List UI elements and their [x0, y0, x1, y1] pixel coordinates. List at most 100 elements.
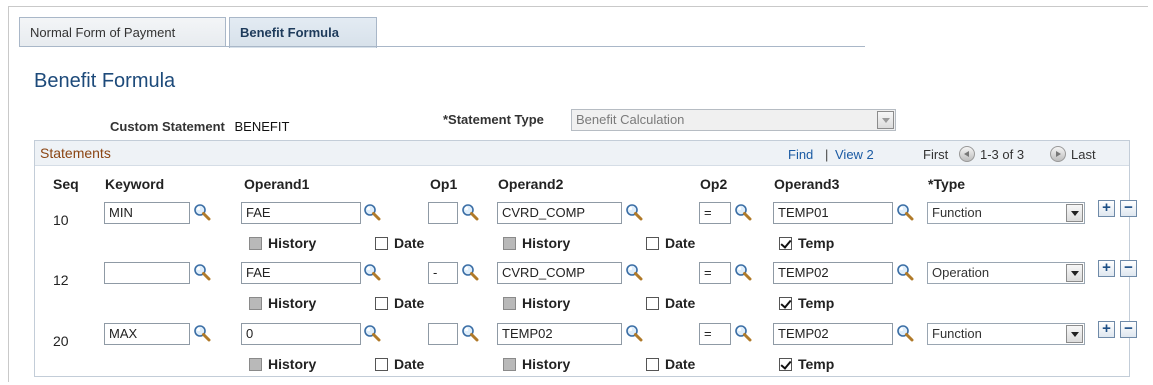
magnifier-icon[interactable] — [193, 324, 211, 342]
keyword-input[interactable] — [104, 262, 190, 284]
magnifier-icon[interactable] — [363, 203, 381, 221]
keyword-input[interactable]: MAX — [104, 323, 190, 345]
op1-input[interactable] — [428, 202, 458, 224]
custom-statement-value: BENEFIT — [234, 119, 290, 134]
magnifier-icon[interactable] — [896, 324, 914, 342]
operand1-input[interactable]: 0 — [241, 323, 361, 345]
delete-row-button[interactable]: − — [1120, 200, 1137, 217]
page-title: Benefit Formula — [34, 70, 176, 92]
date-label: Date — [665, 356, 696, 372]
type-select[interactable]: Function — [927, 323, 1085, 345]
find-link[interactable]: Find — [788, 147, 813, 162]
add-row-button[interactable]: + — [1098, 260, 1115, 277]
chevron-down-icon — [877, 111, 894, 129]
temp-label: Temp — [798, 356, 835, 372]
date-checkbox[interactable] — [646, 237, 659, 250]
type-select-value: Operation — [932, 265, 990, 280]
date-label: Date — [665, 235, 696, 251]
magnifier-icon[interactable] — [461, 203, 479, 221]
operand1-input[interactable]: FAE — [241, 262, 361, 284]
col-header-operand3: Operand3 — [774, 176, 840, 192]
grid-header: Statements Find | View 2 First 1-3 of 3 … — [35, 141, 1129, 166]
history-checkbox — [249, 297, 262, 310]
add-row-button[interactable]: + — [1098, 200, 1115, 217]
arrow-right-circle-icon[interactable] — [1050, 146, 1066, 162]
keyword-input[interactable]: MIN — [104, 202, 190, 224]
statement-type-value: Benefit Calculation — [576, 112, 685, 127]
temp-checkbox[interactable] — [779, 237, 792, 250]
temp-checkbox[interactable] — [779, 358, 792, 371]
operand1-input[interactable]: FAE — [241, 202, 361, 224]
grid-title: Statements — [40, 145, 111, 161]
history-label: History — [522, 235, 571, 251]
type-select-value: Function — [932, 205, 982, 220]
col-header-operand1: Operand1 — [244, 176, 310, 192]
magnifier-icon[interactable] — [363, 324, 381, 342]
chevron-down-icon — [1066, 264, 1083, 282]
col-header-operand2: Operand2 — [498, 176, 564, 192]
statement-type-label: *Statement Type — [443, 112, 544, 127]
operand3-input[interactable]: TEMP02 — [773, 262, 893, 284]
operand3-input[interactable]: TEMP01 — [773, 202, 893, 224]
operand2-input[interactable]: CVRD_COMP — [497, 262, 622, 284]
first-label: First — [923, 147, 949, 162]
date-checkbox[interactable] — [375, 237, 388, 250]
operand2-input[interactable]: CVRD_COMP — [497, 202, 622, 224]
operand3-input[interactable]: TEMP02 — [773, 323, 893, 345]
magnifier-icon[interactable] — [625, 324, 643, 342]
tab-label: Benefit Formula — [240, 25, 339, 40]
add-row-button[interactable]: + — [1098, 321, 1115, 338]
statement-type-select[interactable]: Benefit Calculation — [571, 109, 896, 131]
magnifier-icon[interactable] — [363, 263, 381, 281]
col-header-op1: Op1 — [430, 176, 458, 192]
seq-value: 20 — [53, 333, 69, 349]
magnifier-icon[interactable] — [193, 263, 211, 281]
arrow-left-circle-icon[interactable] — [959, 146, 975, 162]
op1-input[interactable] — [428, 323, 458, 345]
magnifier-icon[interactable] — [896, 203, 914, 221]
magnifier-icon[interactable] — [734, 324, 752, 342]
magnifier-icon[interactable] — [625, 203, 643, 221]
magnifier-icon[interactable] — [734, 263, 752, 281]
history-label: History — [522, 356, 571, 372]
chevron-down-icon — [1066, 204, 1083, 222]
history-checkbox — [503, 297, 516, 310]
temp-label: Temp — [798, 235, 835, 251]
history-checkbox — [249, 358, 262, 371]
history-label: History — [522, 295, 571, 311]
op2-input[interactable]: = — [699, 323, 731, 345]
date-label: Date — [394, 356, 425, 372]
op1-input[interactable]: - — [428, 262, 458, 284]
tab-benefit-formula[interactable]: Benefit Formula — [229, 17, 377, 48]
date-label: Date — [665, 295, 696, 311]
delete-row-button[interactable]: − — [1120, 260, 1137, 277]
tab-label: Normal Form of Payment — [30, 25, 176, 40]
date-checkbox[interactable] — [375, 358, 388, 371]
magnifier-icon[interactable] — [734, 203, 752, 221]
magnifier-icon[interactable] — [896, 263, 914, 281]
history-checkbox — [503, 358, 516, 371]
type-select[interactable]: Function — [927, 202, 1085, 224]
magnifier-icon[interactable] — [625, 263, 643, 281]
history-label: History — [268, 235, 317, 251]
history-checkbox — [249, 237, 262, 250]
custom-statement-label: Custom Statement — [110, 119, 225, 134]
magnifier-icon[interactable] — [193, 203, 211, 221]
magnifier-icon[interactable] — [461, 263, 479, 281]
temp-checkbox[interactable] — [779, 297, 792, 310]
operand2-input[interactable]: TEMP02 — [497, 323, 622, 345]
col-header-seq: Seq — [53, 176, 79, 192]
op2-input[interactable]: = — [699, 262, 731, 284]
view-all-link[interactable]: View 2 — [835, 147, 874, 162]
magnifier-icon[interactable] — [461, 324, 479, 342]
delete-row-button[interactable]: − — [1120, 321, 1137, 338]
op2-input[interactable]: = — [699, 202, 731, 224]
seq-value: 10 — [53, 212, 69, 228]
history-label: History — [268, 295, 317, 311]
seq-value: 12 — [53, 272, 69, 288]
type-select[interactable]: Operation — [927, 262, 1085, 284]
date-checkbox[interactable] — [375, 297, 388, 310]
tab-normal-form-of-payment[interactable]: Normal Form of Payment — [19, 17, 226, 47]
date-checkbox[interactable] — [646, 297, 659, 310]
date-checkbox[interactable] — [646, 358, 659, 371]
